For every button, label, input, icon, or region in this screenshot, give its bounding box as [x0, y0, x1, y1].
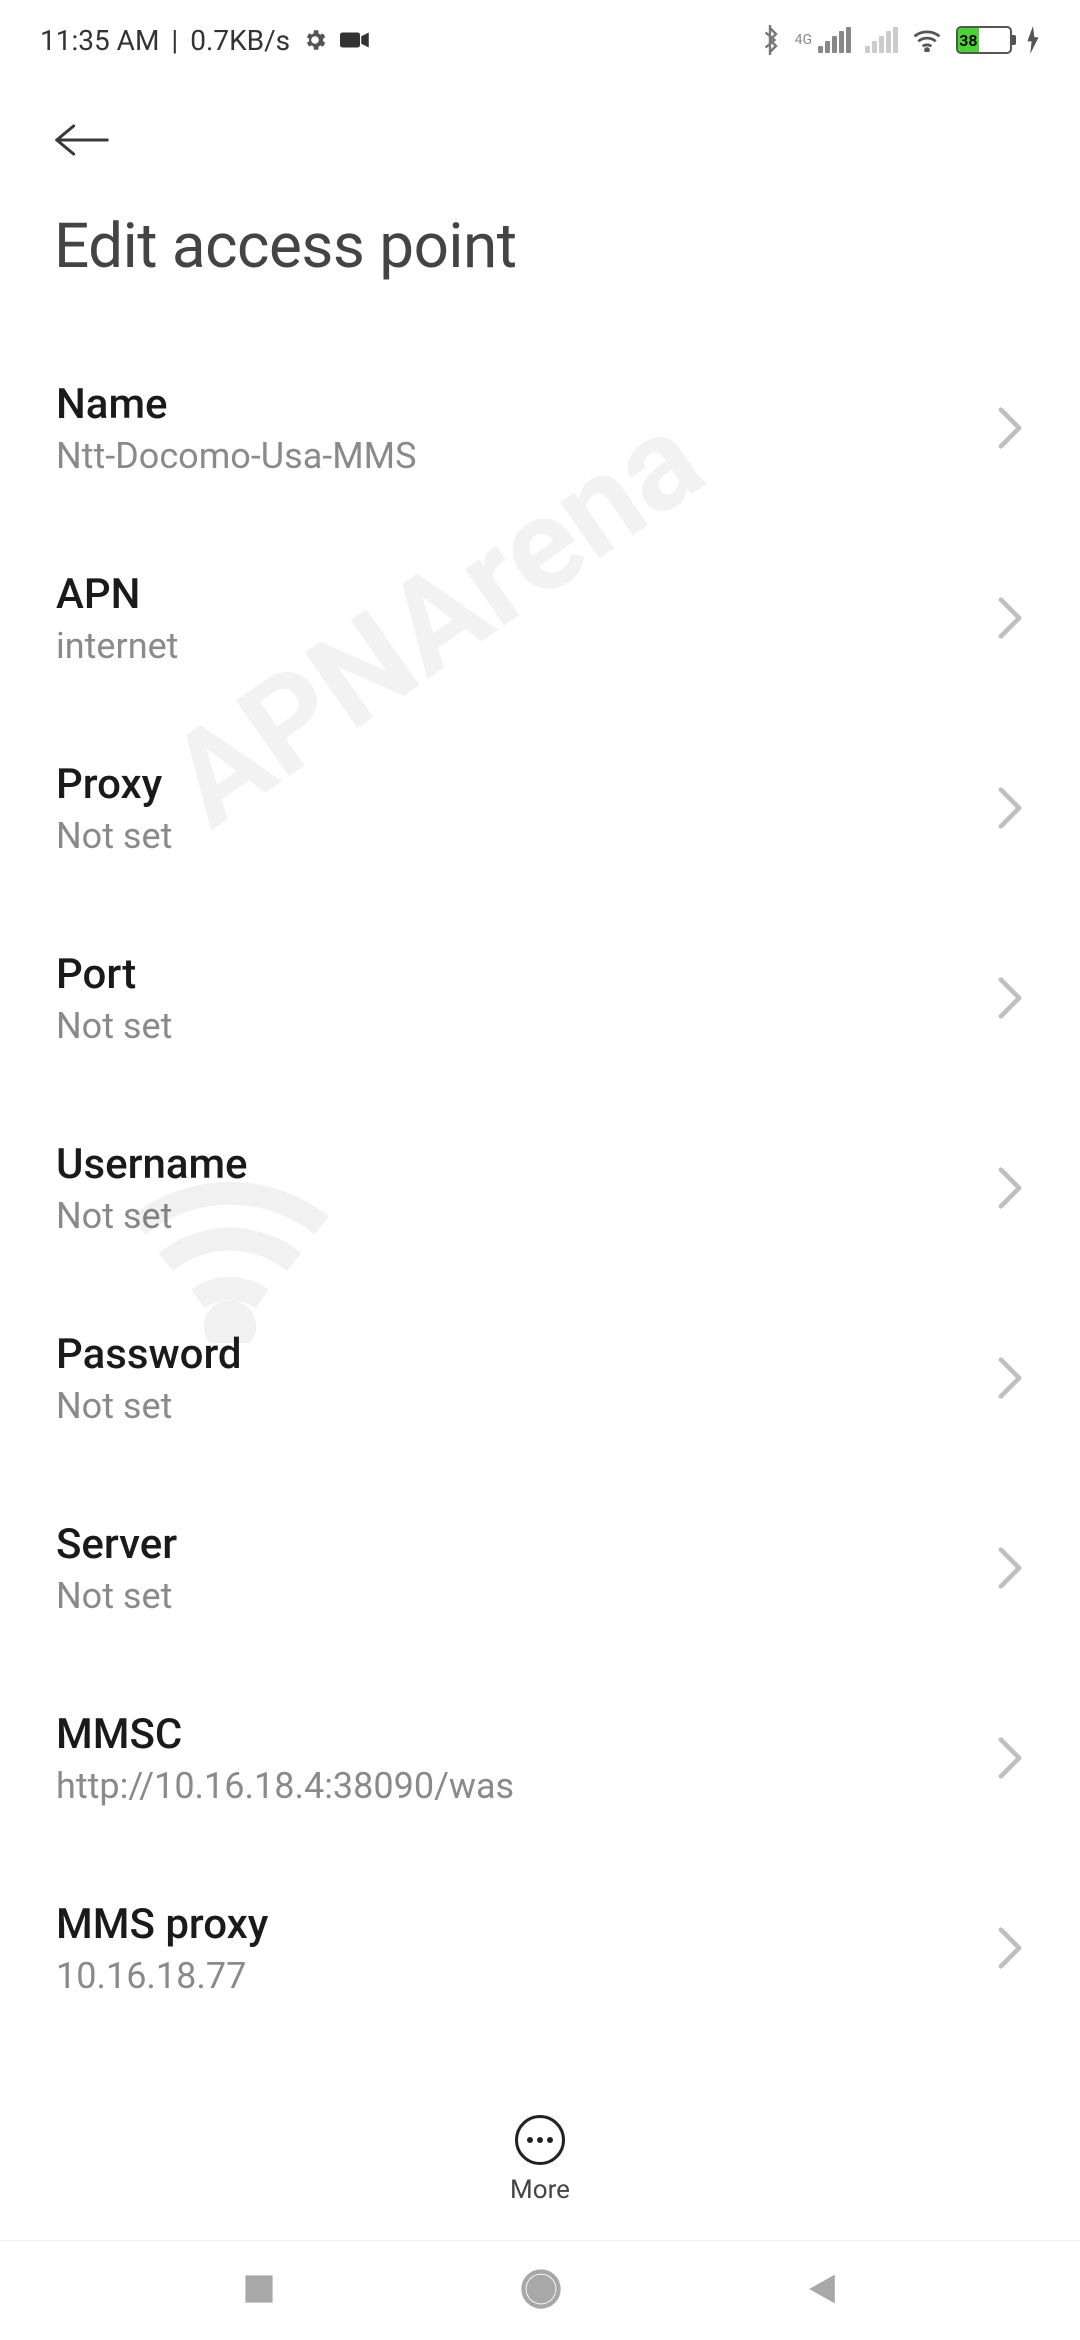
more-icon: [515, 2115, 565, 2165]
nav-back-button[interactable]: [806, 2271, 838, 2311]
setting-label: Proxy: [56, 760, 996, 809]
signal-bars-sim1-icon: [818, 27, 851, 53]
setting-value: Not set: [56, 1385, 996, 1427]
setting-value: internet: [56, 625, 996, 667]
setting-row-apn[interactable]: APN internet: [0, 523, 1080, 713]
setting-value: 10.16.18.77: [56, 1955, 996, 1997]
setting-label: Port: [56, 950, 996, 999]
setting-row-mms-proxy[interactable]: MMS proxy 10.16.18.77: [0, 1853, 1080, 2043]
chevron-right-icon: [996, 1546, 1024, 1590]
chevron-right-icon: [996, 976, 1024, 1020]
chevron-right-icon: [996, 1356, 1024, 1400]
more-button[interactable]: More: [510, 2115, 570, 2205]
setting-value: http://10.16.18.4:38090/was: [56, 1765, 996, 1807]
page-title: Edit access point: [54, 210, 1026, 283]
back-button[interactable]: [54, 110, 114, 170]
footer-actions: More: [0, 2080, 1080, 2240]
setting-label: Username: [56, 1140, 996, 1189]
chevron-right-icon: [996, 406, 1024, 450]
setting-value: Not set: [56, 815, 996, 857]
status-bar: 11:35 AM | 0.7KB/s 4G 38: [0, 0, 1080, 80]
setting-row-server[interactable]: Server Not set: [0, 1473, 1080, 1663]
setting-row-name[interactable]: Name Ntt-Docomo-Usa-MMS: [0, 333, 1080, 523]
setting-row-mmsc[interactable]: MMSC http://10.16.18.4:38090/was: [0, 1663, 1080, 1853]
gear-icon: [302, 27, 328, 53]
more-label: More: [510, 2175, 570, 2205]
chevron-right-icon: [996, 786, 1024, 830]
chevron-right-icon: [996, 1736, 1024, 1780]
nav-recent-button[interactable]: [242, 2272, 276, 2310]
setting-row-password[interactable]: Password Not set: [0, 1283, 1080, 1473]
setting-label: MMS proxy: [56, 1900, 996, 1949]
header: Edit access point: [0, 80, 1080, 293]
chevron-right-icon: [996, 596, 1024, 640]
clock-text: 11:35 AM: [40, 24, 159, 57]
setting-row-username[interactable]: Username Not set: [0, 1093, 1080, 1283]
content: APNArena NameNtt-Docomo-Usa-MMSAPNintern…: [0, 293, 1080, 2043]
setting-row-port[interactable]: Port Not set: [0, 903, 1080, 1093]
chevron-right-icon: [996, 1166, 1024, 1210]
setting-value: Not set: [56, 1575, 996, 1617]
setting-label: MMSC: [56, 1710, 996, 1759]
setting-label: Password: [56, 1330, 996, 1379]
nav-home-button[interactable]: [520, 2268, 562, 2314]
camera-icon: [340, 29, 370, 51]
wifi-icon: [912, 28, 942, 52]
battery-icon: 38: [956, 26, 1012, 54]
signal-bars-sim2-icon: [865, 27, 898, 53]
network-speed: 0.7KB/s: [190, 24, 290, 57]
status-right: 4G 38: [759, 25, 1040, 55]
android-nav-bar: [0, 2240, 1080, 2340]
bluetooth-icon: [759, 25, 781, 55]
chevron-right-icon: [996, 1926, 1024, 1970]
battery-level: 38: [958, 28, 979, 52]
setting-value: Ntt-Docomo-Usa-MMS: [56, 435, 996, 477]
network-type-4g: 4G: [795, 32, 812, 48]
setting-label: Name: [56, 380, 996, 429]
setting-row-proxy[interactable]: Proxy Not set: [0, 713, 1080, 903]
settings-list-scroll[interactable]: APNArena NameNtt-Docomo-Usa-MMSAPNintern…: [0, 293, 1080, 2133]
settings-list: Name Ntt-Docomo-Usa-MMS APN internet Proxy No…: [0, 333, 1080, 2043]
setting-label: Server: [56, 1520, 996, 1569]
status-left: 11:35 AM | 0.7KB/s: [40, 24, 370, 57]
setting-label: APN: [56, 570, 996, 619]
setting-value: Not set: [56, 1005, 996, 1047]
charging-icon: [1026, 26, 1040, 54]
setting-value: Not set: [56, 1195, 996, 1237]
arrow-left-icon: [54, 120, 110, 160]
